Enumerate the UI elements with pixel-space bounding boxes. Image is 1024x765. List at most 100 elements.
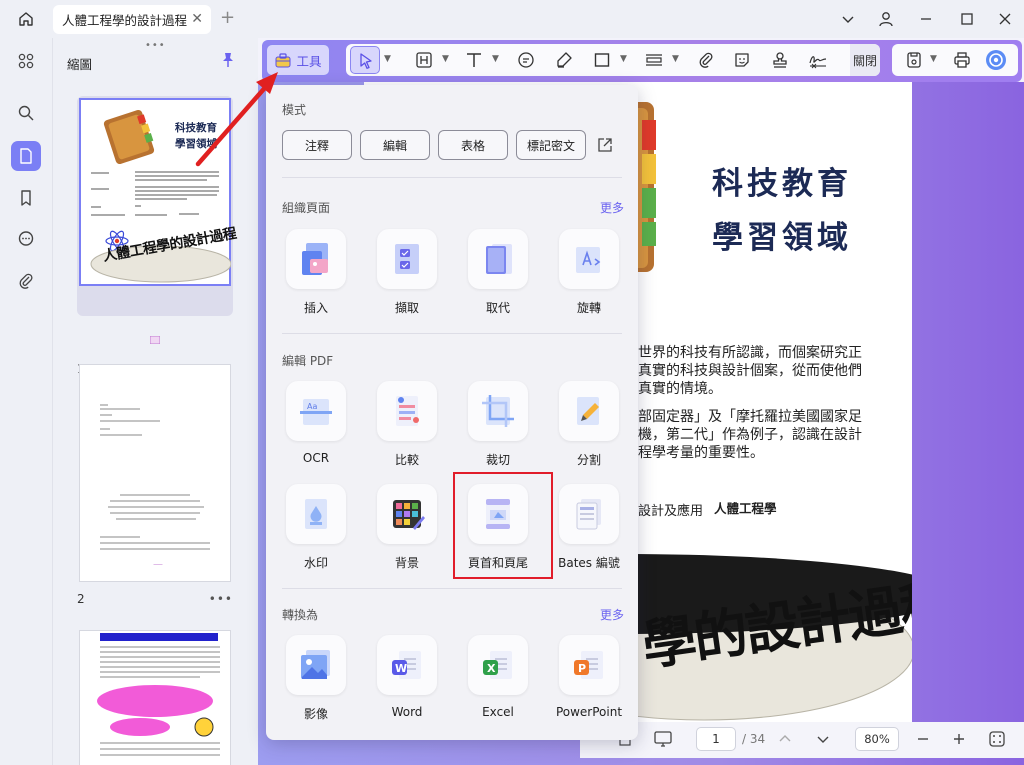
tool-watermark-tile (286, 484, 346, 544)
compare-icon (396, 396, 419, 426)
ocr-icon: Aa (300, 399, 332, 425)
minimize-button[interactable] (914, 8, 938, 30)
replace-pages-icon (486, 244, 512, 274)
text-box-tool-button[interactable] (412, 48, 436, 72)
zoom-level[interactable]: 80% (855, 727, 899, 751)
rail-search-button[interactable] (11, 98, 41, 128)
shape-tool-caret-icon[interactable]: ▼ (620, 54, 627, 64)
external-link-icon (598, 138, 612, 152)
stamp-tool-button[interactable] (768, 48, 792, 72)
mode-edit-button[interactable]: 編輯 (360, 130, 430, 160)
tool-compare[interactable]: 比較 (369, 381, 445, 477)
title-bar: 人體工程學的設計過程 ✕ + (0, 0, 1024, 38)
save-button[interactable] (902, 48, 926, 72)
close-window-button[interactable] (993, 8, 1017, 30)
paperclip-icon (19, 273, 33, 289)
mode-form-button[interactable]: 表格 (438, 130, 508, 160)
tool-convert-word[interactable]: W Word (369, 635, 445, 731)
tool-replace-label: 取代 (485, 301, 510, 315)
convert-more-link[interactable]: 更多 (600, 606, 624, 623)
tab-close-icon[interactable]: ✕ (191, 12, 203, 26)
tool-insert[interactable]: 插入 (278, 229, 354, 325)
toolbar-right-group: ▼ (892, 44, 1018, 76)
tool-convert-powerpoint[interactable]: P PowerPoint (551, 635, 627, 731)
tool-crop[interactable]: 裁切 (460, 381, 536, 477)
shape-tool-button[interactable] (590, 48, 614, 72)
previous-page-button[interactable] (774, 728, 796, 750)
tool-ocr[interactable]: Aa OCR (278, 381, 354, 477)
maximize-button[interactable] (955, 8, 979, 30)
rail-thumbnails-button[interactable] (11, 141, 41, 171)
stamp-measure-tool-button[interactable] (642, 48, 666, 72)
tool-rotate[interactable]: 旋轉 (551, 229, 627, 325)
rail-apps-button[interactable] (11, 46, 41, 76)
tool-convert-excel[interactable]: X Excel (460, 635, 536, 731)
fit-page-button[interactable] (986, 728, 1008, 750)
tool-convert-excel-label: Excel (482, 705, 514, 719)
stamp-icon (773, 52, 787, 68)
text-icon (467, 53, 481, 67)
zoom-out-button[interactable] (912, 728, 934, 750)
document-heading-line-2: 學習領域 (712, 220, 852, 256)
notebook-icon (103, 109, 155, 164)
organize-section-title: 組織頁面 (282, 201, 331, 215)
sticker-tool-button[interactable] (730, 48, 754, 72)
tool-bates-numbering[interactable]: Bates 編號 (551, 484, 627, 580)
zoom-in-button[interactable] (948, 728, 970, 750)
image-icon (301, 650, 330, 679)
document-tab[interactable]: 人體工程學的設計過程 ✕ (53, 5, 211, 34)
organize-more-link[interactable]: 更多 (600, 199, 624, 216)
thumbnail-page-image (79, 364, 231, 582)
mode-redact-button[interactable]: 標記密文 (516, 130, 586, 160)
select-tool-button[interactable] (350, 46, 380, 74)
paragraph-1-line: 真實的科技與設計個案，從而使他們 (638, 363, 862, 379)
thumbnail-page-2[interactable]: 2 ••• (77, 364, 233, 614)
thumbnail-page-3[interactable] (77, 630, 233, 765)
close-icon (999, 13, 1011, 25)
signature-tool-button[interactable] (806, 48, 830, 72)
tabs-dropdown-button[interactable] (836, 8, 860, 30)
next-page-button[interactable] (812, 728, 834, 750)
rectangle-icon (594, 53, 610, 67)
save-caret-icon[interactable]: ▼ (930, 54, 937, 64)
print-button[interactable] (950, 48, 974, 72)
word-icon: W (392, 651, 421, 679)
minimize-icon (921, 18, 931, 20)
rail-comments-button[interactable] (11, 224, 41, 254)
tool-rotate-tile (559, 229, 619, 289)
highlighter-tool-button[interactable] (552, 48, 576, 72)
home-button[interactable] (10, 6, 42, 32)
tool-convert-powerpoint-label: PowerPoint (555, 705, 623, 719)
tool-background[interactable]: 背景 (369, 484, 445, 580)
text-tool-button[interactable] (462, 48, 486, 72)
mode-annotate-button[interactable]: 注釋 (282, 130, 352, 160)
panel-grip[interactable]: ••• (145, 40, 166, 51)
search-icon (18, 105, 34, 121)
rail-bookmarks-button[interactable] (11, 183, 41, 213)
text-box-caret-icon[interactable]: ▼ (442, 54, 449, 64)
thumbnail-more-button[interactable]: ••• (209, 592, 233, 606)
document-row-left: 設計及應用 (638, 504, 704, 519)
tools-dropdown: 模式 注釋 編輯 表格 標記密文 組織頁面 更多 插入 擷取 取代 旋轉 編輯 … (266, 85, 638, 740)
new-tab-button[interactable]: + (220, 8, 235, 28)
page-number-input[interactable]: 1 (696, 727, 736, 751)
measure-tool-caret-icon[interactable]: ▼ (672, 54, 679, 64)
comment-tool-button[interactable] (514, 48, 538, 72)
open-mode-external-button[interactable] (596, 136, 614, 157)
rail-attachments-button[interactable] (11, 266, 41, 296)
rotate-page-icon (576, 247, 601, 273)
tool-replace[interactable]: 取代 (460, 229, 536, 325)
presentation-button[interactable] (652, 728, 674, 750)
presentation-icon (654, 731, 672, 747)
text-tool-caret-icon[interactable]: ▼ (492, 54, 499, 64)
select-tool-caret-icon[interactable]: ▼ (384, 54, 391, 64)
account-button[interactable] (874, 8, 898, 30)
ai-assistant-button[interactable] (984, 48, 1008, 72)
tool-ocr-tile: Aa (286, 381, 346, 441)
tool-extract[interactable]: 擷取 (369, 229, 445, 325)
tool-watermark[interactable]: 水印 (278, 484, 354, 580)
attachment-tool-button[interactable] (694, 48, 718, 72)
tool-convert-image[interactable]: 影像 (278, 635, 354, 731)
tool-split[interactable]: 分割 (551, 381, 627, 477)
toolbar-close-button[interactable]: 關閉 (850, 44, 880, 76)
